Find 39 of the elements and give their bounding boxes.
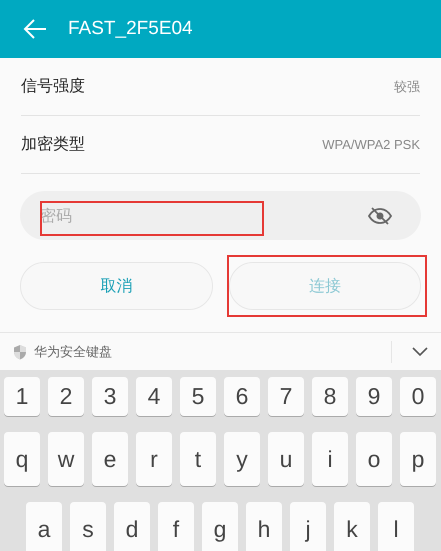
info-label: 加密类型 [21, 134, 85, 155]
keyboard-key[interactable]: 4 [136, 377, 172, 416]
keyboard-key[interactable]: 2 [48, 377, 84, 416]
keyboard-title: 华为安全键盘 [34, 344, 112, 360]
keyboard-key[interactable]: o [356, 432, 392, 486]
keyboard-key[interactable]: d [114, 502, 150, 551]
keyboard-key[interactable]: e [92, 432, 128, 486]
back-arrow-icon[interactable] [22, 18, 48, 40]
keyboard-key[interactable]: p [400, 432, 436, 486]
shield-icon [13, 344, 27, 360]
keyboard-key[interactable]: s [70, 502, 106, 551]
keyboard-key[interactable]: t [180, 432, 216, 486]
chevron-down-icon[interactable] [412, 346, 428, 356]
keyboard-key[interactable]: f [158, 502, 194, 551]
network-title: FAST_2F5E04 [68, 18, 193, 40]
keyboard-key[interactable]: w [48, 432, 84, 486]
keyboard-key[interactable]: 5 [180, 377, 216, 416]
info-label: 信号强度 [21, 76, 85, 97]
keyboard-key[interactable]: 7 [268, 377, 304, 416]
keyboard-key[interactable]: k [334, 502, 370, 551]
keyboard-key[interactable]: 6 [224, 377, 260, 416]
keyboard-key[interactable]: 3 [92, 377, 128, 416]
keyboard-key[interactable]: l [378, 502, 414, 551]
keyboard-key[interactable]: 1 [4, 377, 40, 416]
keyboard-key[interactable]: 8 [312, 377, 348, 416]
keyboard-key[interactable]: 0 [400, 377, 436, 416]
keyboard-key[interactable]: h [246, 502, 282, 551]
keyboard-key[interactable]: i [312, 432, 348, 486]
info-value: 较强 [394, 78, 420, 96]
eye-slash-icon[interactable] [367, 206, 393, 226]
info-value: WPA/WPA2 PSK [322, 137, 420, 152]
keyboard-key[interactable]: y [224, 432, 260, 486]
keyboard-key[interactable]: a [26, 502, 62, 551]
keyboard-key[interactable]: q [4, 432, 40, 486]
keyboard-key[interactable]: j [290, 502, 326, 551]
keyboard-key[interactable]: u [268, 432, 304, 486]
keyboard-key[interactable]: g [202, 502, 238, 551]
keyboard-key[interactable]: r [136, 432, 172, 486]
keyboard-key[interactable]: 9 [356, 377, 392, 416]
